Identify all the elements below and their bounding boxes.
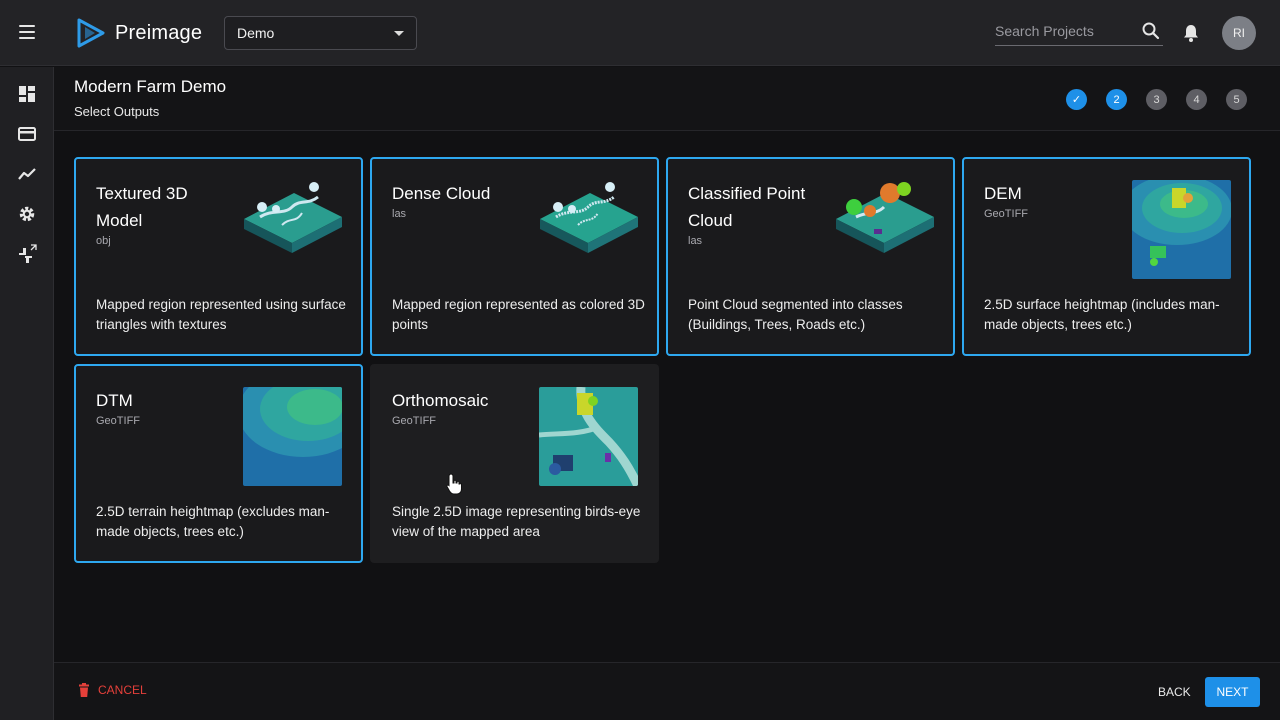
mesh-thumbnail-icon: [244, 182, 342, 253]
card-format: GeoTIFF: [96, 415, 141, 427]
card-format: las: [392, 208, 407, 220]
step-2-current[interactable]: 2: [1106, 89, 1127, 110]
search-box: [995, 18, 1163, 46]
classified-cloud-thumbnail-icon: [836, 182, 934, 253]
back-button[interactable]: BACK: [1152, 681, 1197, 703]
cancel-label: CANCEL: [98, 683, 147, 697]
card-description: Mapped region represented as colored 3D …: [392, 297, 645, 332]
sidebar-item-feedback[interactable]: [14, 241, 40, 267]
step-5[interactable]: 5: [1226, 89, 1247, 110]
output-card-dem[interactable]: DEM GeoTIFF 2.5D surface heightmap (incl…: [962, 157, 1251, 356]
project-dropdown-value: Demo: [237, 25, 275, 41]
card-format: las: [688, 235, 703, 247]
card-title: DTM: [96, 391, 133, 410]
page-title: Modern Farm Demo: [74, 77, 227, 96]
page-subtitle: Select Outputs: [74, 104, 160, 119]
top-bar: Preimage Demo RI: [0, 0, 1280, 66]
card-format: obj: [96, 235, 111, 247]
sidebar-item-billing[interactable]: [14, 121, 40, 147]
card-icon: [18, 127, 36, 141]
next-button[interactable]: NEXT: [1205, 677, 1260, 707]
page-header: Modern Farm Demo Select Outputs ✓ 2 3 4 …: [54, 67, 1280, 131]
card-title: Dense Cloud: [392, 184, 491, 203]
output-card-textured-3d-model[interactable]: Textured 3D Model obj Mapped region repr…: [74, 157, 363, 356]
card-description: Point Cloud segmented into classes (Buil…: [688, 297, 903, 332]
avatar[interactable]: RI: [1222, 16, 1256, 50]
card-description: 2.5D terrain heightmap (excludes man-mad…: [96, 504, 330, 539]
card-description: Mapped region represented using surface …: [96, 297, 346, 332]
sidebar: [0, 67, 54, 720]
chevron-down-icon: [394, 31, 404, 36]
card-title: Orthomosaic: [392, 391, 489, 410]
feedback-icon: [19, 244, 37, 263]
step-1-complete[interactable]: ✓: [1066, 89, 1087, 110]
menu-button[interactable]: [14, 21, 40, 45]
point-cloud-thumbnail-icon: [540, 182, 638, 253]
preimage-logo-icon: [77, 18, 105, 48]
output-card-classified-point-cloud[interactable]: Classified Point Cloud las Point Cloud s…: [666, 157, 955, 356]
bell-icon[interactable]: [1181, 23, 1201, 43]
hand-cursor-icon: [446, 473, 462, 495]
step-3[interactable]: 3: [1146, 89, 1167, 110]
card-title: Textured 3D Model: [96, 184, 188, 230]
trash-icon: [79, 683, 89, 697]
dtm-heightmap-thumbnail-icon: [243, 387, 342, 486]
card-description: 2.5D surface heightmap (includes man-mad…: [984, 297, 1220, 332]
trend-icon: [18, 168, 36, 180]
card-description: Single 2.5D image representing birds-eye…: [392, 504, 641, 539]
app-name: Preimage: [115, 21, 203, 44]
dashboard-icon: [19, 86, 35, 102]
card-title: DEM: [984, 184, 1022, 203]
cancel-button[interactable]: CANCEL: [78, 683, 147, 697]
search-icon[interactable]: [1141, 21, 1161, 41]
output-card-dtm[interactable]: DTM GeoTIFF 2.5D terrain heightmap (excl…: [74, 364, 363, 563]
dem-heightmap-thumbnail-icon: [1132, 180, 1231, 279]
step-4[interactable]: 4: [1186, 89, 1207, 110]
sidebar-item-dashboard[interactable]: [14, 81, 40, 107]
output-card-orthomosaic[interactable]: Orthomosaic GeoTIFF Single 2.5D image re…: [370, 364, 659, 563]
app-logo[interactable]: Preimage: [75, 17, 202, 49]
card-format: GeoTIFF: [984, 208, 1029, 220]
sidebar-item-settings[interactable]: [14, 201, 40, 227]
project-dropdown[interactable]: Demo: [224, 16, 417, 50]
hamburger-icon: [14, 25, 40, 39]
card-format: GeoTIFF: [392, 415, 437, 427]
orthomosaic-thumbnail-icon: [539, 387, 638, 486]
search-input[interactable]: [995, 18, 1135, 44]
sidebar-item-analytics[interactable]: [14, 161, 40, 187]
card-title: Classified Point Cloud: [688, 184, 806, 230]
gear-icon: [19, 206, 35, 222]
output-card-dense-cloud[interactable]: Dense Cloud las Mapped region represente…: [370, 157, 659, 356]
footer-bar: CANCEL BACK NEXT: [54, 662, 1280, 720]
